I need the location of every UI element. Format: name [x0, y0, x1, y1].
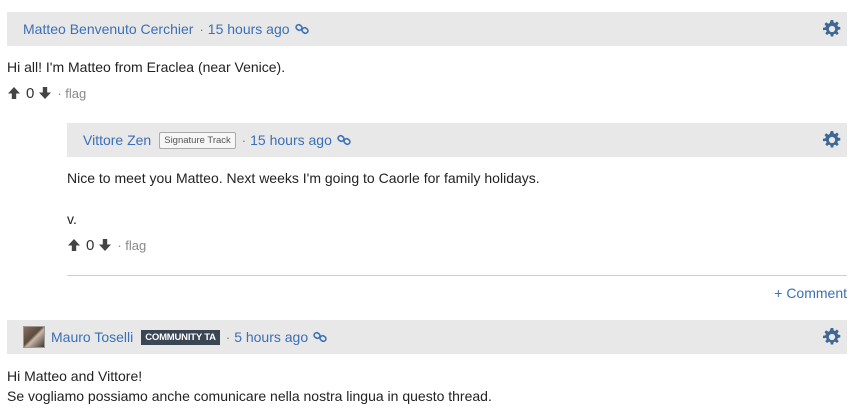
author-link[interactable]: Vittore Zen — [83, 132, 151, 148]
separator: · — [199, 21, 204, 37]
gear-icon[interactable] — [823, 328, 841, 346]
arrow-down-icon[interactable] — [98, 238, 112, 252]
arrow-down-icon[interactable] — [38, 86, 52, 100]
post-body: Nice to meet you Matteo. Next weeks I'm … — [67, 170, 540, 186]
timestamp-link[interactable]: 5 hours ago — [234, 329, 308, 345]
arrow-up-icon[interactable] — [67, 238, 81, 252]
timestamp-link[interactable]: 15 hours ago — [250, 132, 332, 148]
signature-track-badge: Signature Track — [159, 131, 236, 149]
link-icon[interactable] — [337, 134, 351, 146]
vote-count: 0 — [86, 236, 95, 254]
link-icon[interactable] — [294, 23, 309, 35]
gear-icon[interactable] — [823, 131, 841, 149]
divider — [67, 275, 847, 276]
author-link[interactable]: Matteo Benvenuto Cerchier — [23, 21, 193, 37]
timestamp-link[interactable]: 15 hours ago — [208, 21, 290, 37]
post-body-line2: Se vogliamo possiamo anche comunicare ne… — [7, 388, 492, 404]
flag-link[interactable]: · flag — [117, 238, 146, 253]
separator: · — [241, 132, 247, 148]
post-body: Hi all! I'm Matteo from Eraclea (near Ve… — [7, 59, 286, 75]
post-header: Matteo Benvenuto Cerchier · 15 hours ago — [7, 12, 847, 46]
separator: · — [225, 329, 231, 345]
gear-icon[interactable] — [823, 20, 841, 38]
post-header: Mauro Toselli COMMUNITY TA · 5 hours ago — [7, 320, 847, 354]
vote-count: 0 — [26, 84, 35, 102]
post-header: Vittore Zen Signature Track · 15 hours a… — [67, 123, 847, 157]
arrow-up-icon[interactable] — [7, 86, 21, 100]
add-comment-link[interactable]: + Comment — [774, 285, 847, 301]
link-icon[interactable] — [313, 331, 327, 343]
author-link[interactable]: Mauro Toselli — [51, 329, 133, 345]
vote-bar: 0 · flag — [7, 83, 86, 103]
post-body: Hi Matteo and Vittore! — [7, 368, 143, 384]
community-ta-badge: COMMUNITY TA — [141, 329, 220, 345]
flag-link[interactable]: · flag — [57, 86, 86, 101]
post-body-signoff: v. — [67, 211, 77, 227]
avatar[interactable] — [23, 326, 45, 348]
vote-bar: 0 · flag — [67, 235, 146, 255]
